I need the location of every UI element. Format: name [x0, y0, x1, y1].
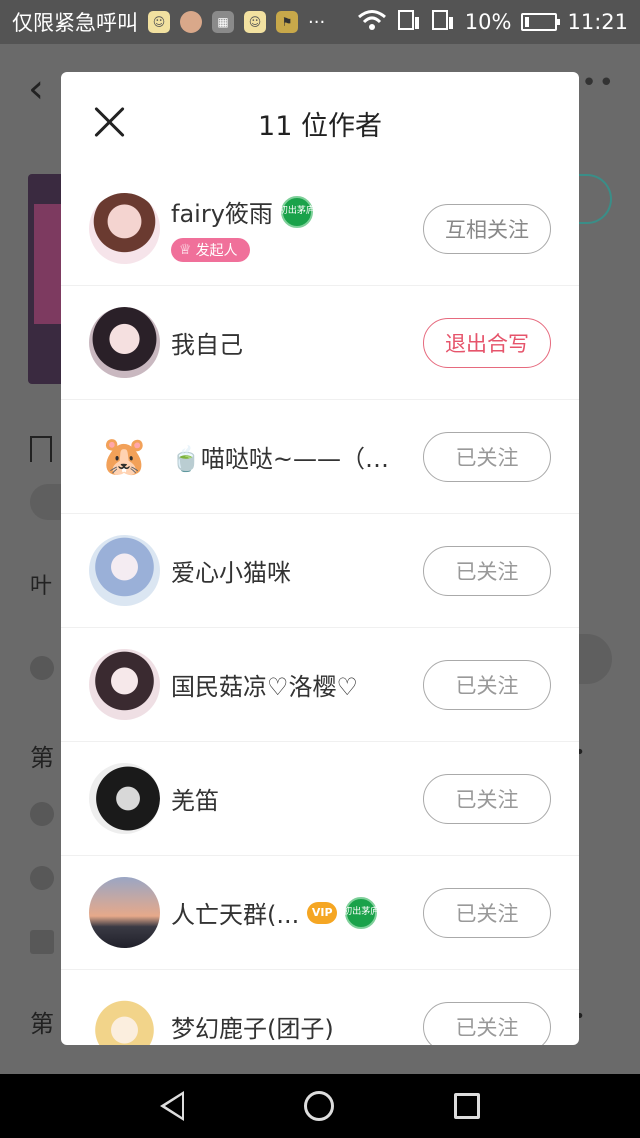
avatar[interactable] [89, 877, 160, 948]
modal-header: 11 位作者 [61, 72, 579, 172]
followed-button[interactable]: 已关注 [423, 887, 551, 938]
author-name: 羌笛 [171, 787, 219, 815]
author-row[interactable]: 爱心小猫咪 已关注 [61, 514, 579, 628]
author-row[interactable]: 我自己 退出合写 [61, 286, 579, 400]
author-row[interactable]: 梦幻鹿子(团子) 已关注 [61, 970, 579, 1045]
bg-text-3: 第 [30, 1010, 54, 1038]
level-badge: 初出茅庐 [279, 195, 315, 228]
nav-recent-apps-icon[interactable] [454, 1093, 480, 1119]
author-name: fairy筱雨 [171, 200, 273, 228]
nav-back-icon[interactable] [160, 1091, 184, 1121]
author-row[interactable]: 国民菇凉♡洛樱♡ 已关注 [61, 628, 579, 742]
founder-label: 发起人 [195, 243, 238, 259]
author-name: 🍵喵哒哒~——（回... [171, 445, 399, 473]
back-arrow-icon: ‹ [28, 66, 44, 112]
author-name: 我自己 [171, 331, 243, 359]
author-row[interactable]: 羌笛 已关注 [61, 742, 579, 856]
author-row[interactable]: fairy筱雨 初出茅庐 ♕ 发起人 互相关注 [61, 172, 579, 286]
author-name: 国民菇凉♡洛樱♡ [171, 673, 359, 701]
battery-percent: 10% [464, 10, 512, 34]
avatar[interactable] [89, 193, 160, 264]
bg-circle-icon-2 [30, 866, 54, 890]
author-name: 爱心小猫咪 [171, 559, 291, 587]
status-bar: 仅限紧急呼叫 ☺ ▦ ☺ ⚑ ··· 10% 11:21 [0, 0, 640, 44]
author-row[interactable]: 人亡天群(... VIP 初出茅庐 已关注 [61, 856, 579, 970]
wechat-notification-icon: ☺ [148, 11, 170, 33]
contact-avatar-notification-icon [180, 11, 202, 33]
clock: 11:21 [567, 10, 628, 34]
bookmark-icon [30, 436, 52, 462]
avatar[interactable] [89, 535, 160, 606]
wifi-icon [357, 9, 387, 36]
level-badge: 初出茅庐 [343, 896, 379, 929]
battery-icon [521, 13, 561, 31]
more-notifications-icon: ··· [308, 11, 326, 33]
sim-signal-icon [397, 9, 421, 36]
avatar[interactable] [89, 649, 160, 720]
founder-badge: ♕ 发起人 [171, 238, 250, 262]
followed-button[interactable]: 已关注 [423, 545, 551, 596]
carrier-label: 仅限紧急呼叫 [12, 11, 138, 35]
list-icon [30, 656, 54, 680]
sim-signal-icon-2 [431, 9, 455, 36]
avatar[interactable] [89, 307, 160, 378]
author-name: 人亡天群(... [171, 901, 300, 929]
gallery-notification-icon: ▦ [212, 11, 234, 33]
avatar[interactable] [89, 991, 160, 1045]
author-row[interactable]: 🐹 🍵喵哒哒~——（回... 已关注 [61, 400, 579, 514]
navigation-bar [0, 1074, 640, 1138]
avatar[interactable]: 🐹 [89, 421, 160, 492]
bg-text-1: 叶 [30, 574, 53, 599]
followed-button[interactable]: 已关注 [423, 431, 551, 482]
modal-title: 11 位作者 [258, 111, 382, 142]
exit-coauthor-button[interactable]: 退出合写 [423, 317, 551, 368]
followed-button[interactable]: 已关注 [423, 1001, 551, 1045]
followed-button[interactable]: 已关注 [423, 659, 551, 710]
wechat-notification-icon-2: ☺ [244, 11, 266, 33]
bg-circle-icon-1 [30, 802, 54, 826]
mutual-follow-button[interactable]: 互相关注 [423, 203, 551, 254]
bg-text-2: 第 [30, 744, 54, 772]
app-notification-icon: ⚑ [276, 11, 298, 33]
nav-home-icon[interactable] [304, 1091, 334, 1121]
author-list: fairy筱雨 初出茅庐 ♕ 发起人 互相关注 我自己 退出合写 🐹 🍵喵哒哒~… [61, 172, 579, 1045]
avatar[interactable] [89, 763, 160, 834]
authors-modal: 11 位作者 fairy筱雨 初出茅庐 ♕ 发起人 互相关注 我自己 退出合写 [61, 72, 579, 1045]
vip-badge: VIP [307, 901, 338, 924]
followed-button[interactable]: 已关注 [423, 773, 551, 824]
thumbs-up-icon [30, 930, 54, 954]
crown-icon: ♕ [179, 242, 192, 258]
author-name: 梦幻鹿子(团子) [171, 1015, 334, 1043]
